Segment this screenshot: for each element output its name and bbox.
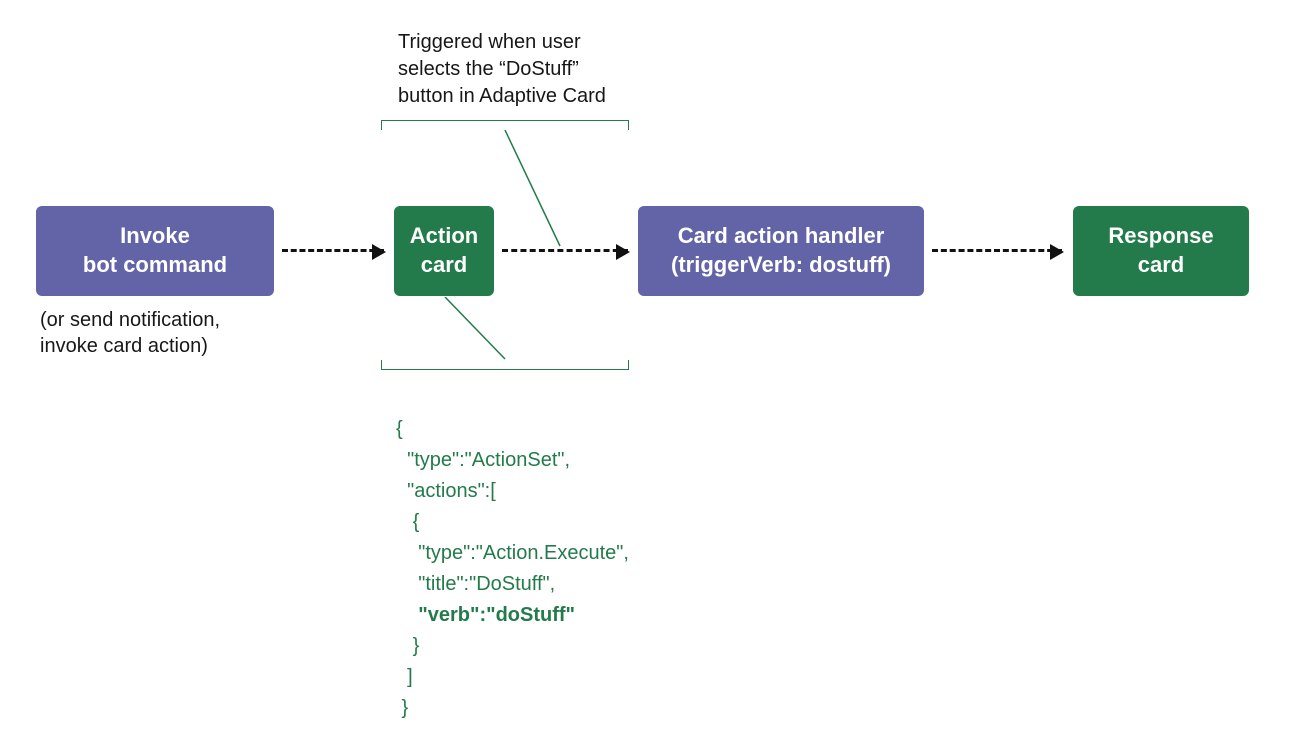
code-bracket-bottom xyxy=(381,360,629,370)
node-invoke-line1: Invoke xyxy=(120,223,190,248)
invoke-subtext-line2: invoke card action) xyxy=(40,335,208,357)
code-l3: "actions":[ xyxy=(396,480,496,502)
arrow-action-to-handler xyxy=(502,249,628,252)
code-l2: "type":"ActionSet", xyxy=(396,449,570,471)
callout-line2: selects the “DoStuff” xyxy=(398,58,579,80)
diagram-canvas: Invoke bot command (or send notification… xyxy=(0,0,1293,748)
arrow-invoke-to-action xyxy=(282,249,384,252)
node-handler-line2: (triggerVerb: dostuff) xyxy=(671,252,891,277)
node-action-line2: card xyxy=(421,252,467,277)
code-l8: } xyxy=(396,635,419,657)
node-response-line2: card xyxy=(1138,252,1184,277)
callout-leader-top xyxy=(500,130,570,248)
action-card-json: { "type":"ActionSet", "actions":[ { "typ… xyxy=(396,383,629,724)
node-response-card: Response card xyxy=(1073,206,1249,296)
callout-bracket-top xyxy=(381,120,629,130)
node-card-action-handler: Card action handler (triggerVerb: dostuf… xyxy=(638,206,924,296)
node-response-line1: Response xyxy=(1108,223,1213,248)
code-l7p xyxy=(396,604,418,626)
callout-trigger-text: Triggered when user selects the “DoStuff… xyxy=(398,29,606,110)
code-l10: } xyxy=(396,697,408,719)
code-l1: { xyxy=(396,418,403,440)
code-leader-bottom xyxy=(440,297,510,361)
code-l6: "title":"DoStuff", xyxy=(396,573,555,595)
code-l5: "type":"Action.Execute", xyxy=(396,542,629,564)
callout-line1: Triggered when user xyxy=(398,31,581,53)
code-l9: ] xyxy=(396,666,413,688)
invoke-subtext: (or send notification, invoke card actio… xyxy=(40,307,220,359)
invoke-subtext-line1: (or send notification, xyxy=(40,309,220,331)
node-action-card: Action card xyxy=(394,206,494,296)
node-invoke-line2: bot command xyxy=(83,252,227,277)
callout-line3: button in Adaptive Card xyxy=(398,85,606,107)
code-l4: { xyxy=(396,511,419,533)
node-invoke-bot-command: Invoke bot command xyxy=(36,206,274,296)
node-action-line1: Action xyxy=(410,223,478,248)
code-l7b: "verb":"doStuff" xyxy=(418,604,575,626)
arrow-handler-to-response xyxy=(932,249,1062,252)
node-handler-line1: Card action handler xyxy=(678,223,885,248)
